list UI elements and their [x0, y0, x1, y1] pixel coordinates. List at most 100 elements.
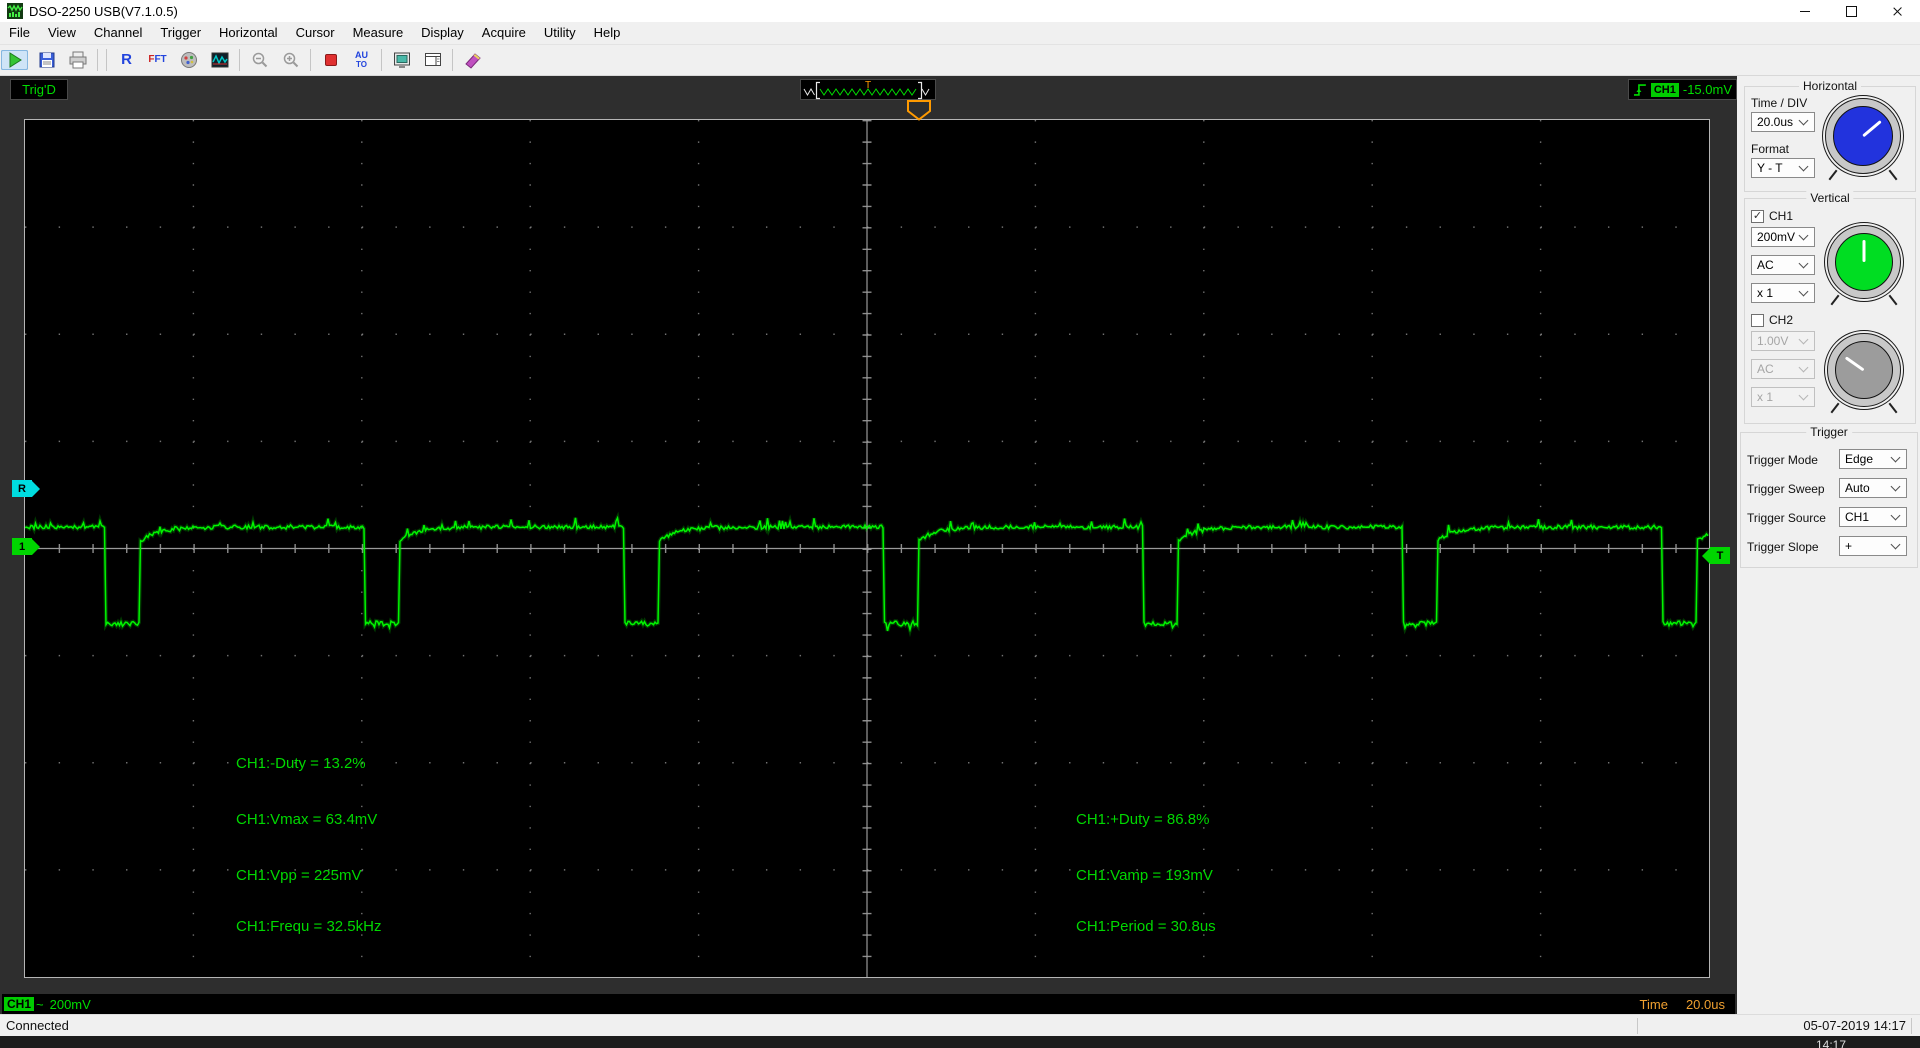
ch1-badge: CH1 [4, 997, 35, 1011]
menu-utility[interactable]: Utility [535, 22, 585, 44]
toolbar-separator [381, 49, 382, 71]
ch2-probe-select: x 1 [1751, 387, 1815, 407]
menu-channel[interactable]: Channel [85, 22, 151, 44]
app-icon [7, 3, 23, 19]
snapshot-button[interactable] [387, 46, 416, 74]
stop-acquisition-button[interactable] [316, 46, 345, 74]
autoset-button[interactable]: AU TO [347, 46, 376, 74]
toolbar-separator [97, 49, 98, 71]
ch1-position-knob[interactable] [1824, 222, 1904, 306]
chevron-down-icon [1798, 230, 1809, 241]
toolbar-separator [239, 49, 240, 71]
save-button[interactable] [32, 46, 61, 74]
zoom-out-button[interactable] [245, 46, 274, 74]
time-div-select[interactable]: 20.0us [1751, 112, 1815, 132]
close-icon [1892, 6, 1903, 17]
trigger-source-select[interactable]: CH1 [1839, 507, 1907, 527]
trigger-group: Trigger Trigger Mode Edge Trigger Sweep … [1740, 425, 1918, 568]
ch1-coupling-select[interactable]: AC [1751, 255, 1815, 275]
measurement-pos-duty: CH1:+Duty = 86.8% [1076, 811, 1210, 828]
measurement-frequ: CH1:Frequ = 32.5kHz [236, 918, 382, 935]
trigger-level-marker[interactable]: T [1702, 547, 1730, 564]
connection-status: Connected [6, 1018, 69, 1033]
waveform-canvas [25, 120, 1709, 977]
ch1-checkbox[interactable]: ✓ [1751, 209, 1764, 223]
trigger-slope-select[interactable]: + [1839, 536, 1907, 556]
menu-file[interactable]: File [0, 22, 39, 44]
ch2-volts-select: 1.00V [1751, 331, 1815, 351]
trigger-level-value: -15.0mV [1682, 82, 1732, 97]
svg-text:T: T [865, 80, 871, 91]
menu-cursor[interactable]: Cursor [287, 22, 344, 44]
trigger-mode-select[interactable]: Edge [1839, 449, 1907, 469]
trigger-position-marker[interactable] [906, 100, 932, 126]
taskbar-clock: 14:17 [1816, 1038, 1847, 1048]
ch1-volts-select[interactable]: 200mV [1751, 227, 1815, 247]
zoom-in-button[interactable] [276, 46, 305, 74]
toolbar: R FFFTFT [0, 45, 1920, 76]
waveform-icon [211, 52, 228, 68]
measurement-neg-duty: CH1:-Duty = 13.2% [236, 755, 366, 772]
chevron-down-icon [1798, 286, 1809, 297]
close-button[interactable] [1874, 0, 1920, 22]
ch2-coupling-select: AC [1751, 359, 1815, 379]
scope-panel: Trig'D T CH1 -15.0mV CH1:-Duty = 13.2% C… [0, 76, 1737, 1014]
ch2-position-knob[interactable] [1824, 330, 1904, 414]
acquisition-preview-strip[interactable]: T [800, 79, 936, 100]
save-floppy-icon [39, 52, 54, 68]
waveform-display-button[interactable] [205, 46, 234, 74]
reference-level-marker[interactable]: R [12, 480, 40, 497]
refresh-button[interactable]: R [112, 46, 141, 74]
time-div-label: Time / DIV [1751, 96, 1808, 110]
printer-icon [69, 51, 86, 69]
trigger-group-title: Trigger [1806, 425, 1852, 439]
minimize-button[interactable] [1782, 0, 1828, 22]
chevron-down-icon [1798, 258, 1809, 269]
channel-readout-bar: CH1 ~ 200mV Time 20.0us [2, 994, 1735, 1014]
horizontal-position-knob[interactable] [1822, 95, 1904, 181]
measurement-vmax: CH1:Vmax = 63.4mV [236, 811, 378, 828]
toolbar-separator [452, 49, 453, 71]
menu-trigger[interactable]: Trigger [151, 22, 210, 44]
format-label: Format [1751, 142, 1790, 156]
trigger-slope-label: Trigger Slope [1747, 540, 1819, 554]
menu-view[interactable]: View [39, 22, 85, 44]
trigger-mode-label: Trigger Mode [1747, 453, 1818, 467]
trigger-status-text: Trig'D [22, 82, 56, 97]
fft-button[interactable]: FFFTFT [143, 46, 172, 74]
window-title: DSO-2250 USB(V7.1.0.5) [29, 3, 178, 19]
horizontal-group-title: Horizontal [1798, 79, 1862, 93]
trigger-sweep-select[interactable]: Auto [1839, 478, 1907, 498]
toolbar-separator [106, 49, 107, 71]
menu-display[interactable]: Display [412, 22, 473, 44]
chevron-down-icon [1890, 452, 1901, 463]
chevron-down-icon [1798, 334, 1809, 345]
trigger-sweep-label: Trigger Sweep [1747, 482, 1825, 496]
ch1-probe-select[interactable]: x 1 [1751, 283, 1815, 303]
start-acquisition-button[interactable] [1, 50, 28, 70]
panel-toggle-button[interactable] [418, 46, 447, 74]
ch2-checkbox[interactable] [1751, 313, 1764, 327]
maximize-button[interactable] [1828, 0, 1874, 22]
menu-horizontal[interactable]: Horizontal [210, 22, 287, 44]
toolbar-separator [310, 49, 311, 71]
menu-acquire[interactable]: Acquire [473, 22, 535, 44]
format-select[interactable]: Y - T [1751, 158, 1815, 178]
menu-measure[interactable]: Measure [344, 22, 413, 44]
intensity-button[interactable] [174, 46, 203, 74]
play-icon [9, 52, 22, 68]
print-button[interactable] [63, 46, 92, 74]
windows-taskbar-sliver: 14:17 [0, 1036, 1920, 1048]
ch1-ground-marker[interactable]: 1 [12, 538, 40, 555]
palette-icon [180, 52, 197, 68]
ch2-label: CH2 [1769, 313, 1794, 327]
time-label: Time [1639, 996, 1668, 1012]
ch1-enable-row: ✓ CH1 [1751, 209, 1793, 223]
measurement-vamp: CH1:Vamp = 193mV [1076, 867, 1213, 884]
notes-button[interactable] [458, 46, 487, 74]
coupling-symbol: ~ [36, 996, 44, 1012]
autoset-icon: AU TO [355, 50, 368, 69]
title-bar: DSO-2250 USB(V7.1.0.5) [0, 0, 1920, 22]
menu-help[interactable]: Help [585, 22, 630, 44]
chevron-down-icon [1798, 115, 1809, 126]
